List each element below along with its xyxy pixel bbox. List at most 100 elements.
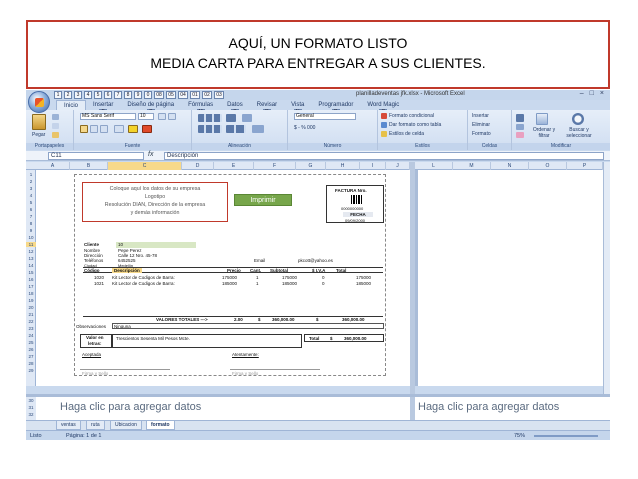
keytip-8[interactable]: 8 [124, 91, 132, 99]
row-number[interactable]: 16 [26, 277, 36, 282]
company-info-placeholder[interactable]: Coloque aquí los datos de su empresa Log… [82, 182, 228, 222]
clear-icon[interactable] [516, 132, 524, 138]
copy-icon[interactable] [52, 123, 59, 129]
row-number[interactable]: 28 [26, 361, 36, 366]
sheet-tab-formato[interactable]: formato [146, 421, 175, 430]
row-number[interactable]: 27 [26, 354, 36, 359]
keytip-6[interactable]: 6 [104, 91, 112, 99]
find-select-icon[interactable] [572, 113, 584, 125]
row-number[interactable]: 5 [26, 200, 36, 205]
cut-icon[interactable] [52, 114, 59, 120]
sheet-tab-ventas[interactable]: ventas [56, 421, 81, 430]
row-number[interactable]: 3 [26, 186, 36, 191]
tab-programador[interactable]: ProgramadorD [311, 100, 360, 116]
row-number[interactable]: 15 [26, 270, 36, 275]
insert-cells-button[interactable]: Insertar [472, 113, 489, 119]
row-number[interactable]: 14 [26, 263, 36, 268]
keytip-3[interactable]: 3 [74, 91, 82, 99]
fx-icon[interactable]: fx [148, 151, 153, 158]
print-button[interactable]: Imprimir [234, 194, 292, 206]
font-size-combo[interactable]: 10 [138, 113, 154, 120]
name-box[interactable]: C11 [48, 152, 144, 160]
font-color-icon[interactable] [142, 125, 152, 133]
keytip-01[interactable]: 01 [190, 91, 200, 99]
column-header[interactable]: H [326, 162, 360, 170]
keytip-03[interactable]: 03 [214, 91, 224, 99]
tab-vista[interactable]: VistaN [284, 100, 311, 116]
row-number[interactable]: 17 [26, 284, 36, 289]
zoom-level[interactable]: 75% [514, 432, 525, 440]
paste-label[interactable]: Pegar [32, 132, 45, 138]
sort-filter-icon[interactable] [536, 113, 548, 125]
row-number[interactable]: 12 [26, 249, 36, 254]
tab-diseno-pagina[interactable]: Diseño de páginaC [120, 100, 181, 116]
fill-icon[interactable] [516, 124, 524, 130]
paste-icon[interactable] [32, 114, 46, 130]
keytip-04[interactable]: 04 [178, 91, 188, 99]
cliente-value[interactable]: 10 [118, 242, 123, 247]
keytip-4[interactable]: 4 [84, 91, 92, 99]
cell-styles-button[interactable]: Estilos de celda [389, 131, 424, 137]
row-number[interactable]: 19 [26, 298, 36, 303]
row-number[interactable]: 10 [26, 235, 36, 240]
fill-color-icon[interactable] [128, 125, 138, 133]
delete-cells-button[interactable]: Eliminar [472, 122, 490, 128]
grow-font-icon[interactable] [158, 113, 166, 120]
merge-center-icon[interactable] [252, 125, 264, 133]
column-header[interactable]: M [453, 162, 491, 170]
italic-icon[interactable] [90, 125, 98, 133]
keytip-9[interactable]: 9 [134, 91, 142, 99]
column-header[interactable]: P [567, 162, 603, 170]
tab-datos[interactable]: DatosS [220, 100, 250, 116]
office-button[interactable] [28, 91, 50, 113]
row-number[interactable]: 31 [26, 405, 36, 410]
column-header[interactable]: E [214, 162, 254, 170]
wrap-text-icon[interactable] [242, 114, 252, 122]
sheet-tab-ruta[interactable]: ruta [86, 421, 105, 430]
keytip-05[interactable]: 05 [166, 91, 176, 99]
column-header[interactable]: I [360, 162, 386, 170]
column-header[interactable]: G [296, 162, 326, 170]
format-as-table-button[interactable]: Dar formato como tabla [389, 122, 441, 128]
keytip-5[interactable]: 5 [94, 91, 102, 99]
bold-icon[interactable] [80, 125, 88, 133]
keytip-7[interactable]: 7 [114, 91, 122, 99]
vertical-scrollbar[interactable] [603, 162, 610, 402]
worksheet-grid-right[interactable] [415, 170, 603, 386]
conditional-format-button[interactable]: Formato condicional [389, 113, 434, 119]
tab-inicio[interactable]: InicioO [56, 100, 87, 117]
formula-input[interactable]: Descripción [164, 152, 604, 160]
row-number[interactable]: 22 [26, 319, 36, 324]
row-number[interactable]: 6 [26, 207, 36, 212]
vertical-align-icons[interactable] [198, 114, 222, 122]
minimize-button[interactable]: – [580, 90, 584, 97]
keytip-1[interactable]: 1 [54, 91, 62, 99]
column-header[interactable]: N [491, 162, 529, 170]
column-header-selected[interactable]: C [108, 162, 182, 170]
row-number[interactable]: 7 [26, 214, 36, 219]
sort-filter-label[interactable]: Ordenar y filtrar [530, 127, 558, 139]
format-painter-icon[interactable] [52, 132, 59, 138]
shrink-font-icon[interactable] [168, 113, 176, 120]
keytip-08[interactable]: 08 [154, 91, 164, 99]
sum-icon[interactable] [516, 114, 524, 122]
row-number[interactable]: 8 [26, 221, 36, 226]
borders-icon[interactable] [114, 125, 124, 133]
column-header[interactable]: O [529, 162, 567, 170]
row-number[interactable]: 26 [26, 347, 36, 352]
row-number[interactable]: 4 [26, 193, 36, 198]
column-header[interactable]: L [415, 162, 453, 170]
find-select-label[interactable]: Buscar y seleccionar [564, 127, 594, 139]
row-number[interactable]: 2 [26, 179, 36, 184]
column-header[interactable]: B [70, 162, 108, 170]
row-number[interactable]: 30 [26, 398, 36, 403]
row-number[interactable]: 1 [26, 172, 36, 177]
font-name-combo[interactable]: MS Sans Serif [80, 113, 136, 120]
row-number[interactable]: 24 [26, 333, 36, 338]
column-header[interactable]: A [36, 162, 70, 170]
keytip-0[interactable]: 0 [144, 91, 152, 99]
horizontal-align-icons[interactable] [198, 125, 222, 133]
column-header[interactable]: F [254, 162, 296, 170]
column-header[interactable]: D [182, 162, 214, 170]
maximize-button[interactable]: □ [590, 90, 594, 97]
